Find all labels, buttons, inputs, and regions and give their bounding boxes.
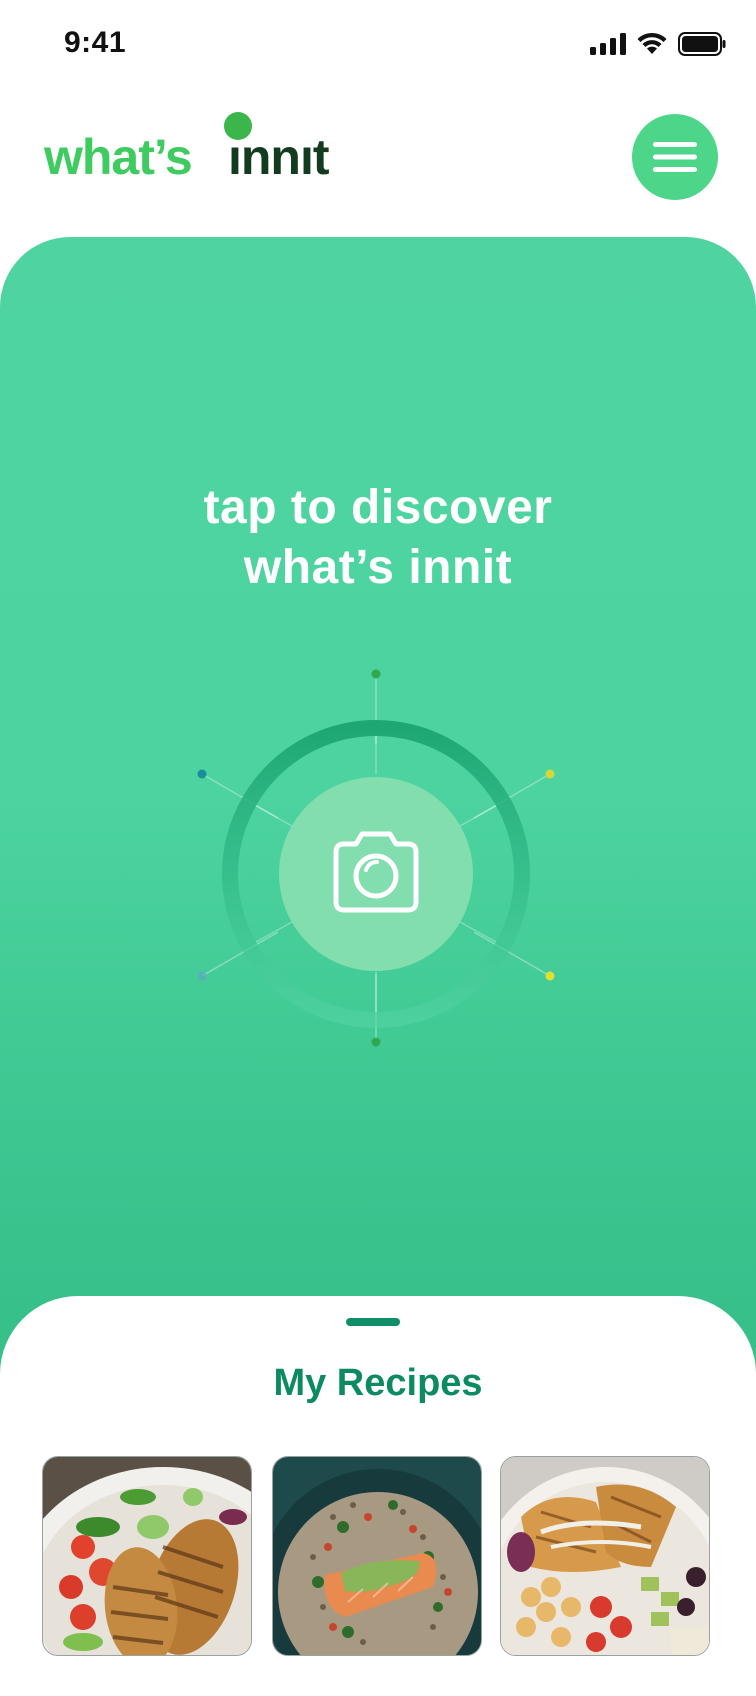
- hero-title: tap to discover what’s innit: [0, 478, 756, 598]
- recipe-card-3[interactable]: [500, 1456, 710, 1656]
- status-icons: [590, 32, 726, 56]
- hero-title-line2: what’s innit: [243, 541, 513, 594]
- chicken-salad-photo: [43, 1457, 251, 1655]
- hamburger-menu-icon: [653, 142, 697, 172]
- sheet-drag-handle[interactable]: [346, 1318, 400, 1326]
- scanner-dot-right-top: [545, 769, 555, 779]
- scanner-dot-bottom: [371, 1037, 381, 1047]
- scanner-dot-top: [371, 669, 381, 679]
- status-bar: 9:41: [0, 0, 756, 92]
- sheet-title: My Recipes: [273, 1362, 483, 1404]
- logo-text-innit: ınnıt: [228, 129, 330, 185]
- chickpea-chicken-bowl-photo: [501, 1457, 709, 1655]
- scanner-dot-left-top: [197, 769, 207, 779]
- hero-title-line1: tap to discover: [203, 481, 553, 534]
- logo-text-whats: what’s: [44, 129, 193, 185]
- recipe-card-2[interactable]: [272, 1456, 482, 1656]
- recipes-carousel[interactable]: [42, 1456, 722, 1656]
- camera-button[interactable]: [279, 777, 473, 971]
- camera-scanner[interactable]: [176, 656, 576, 1096]
- salmon-grain-bowl-photo: [273, 1457, 481, 1655]
- menu-button[interactable]: [632, 114, 718, 200]
- status-time: 9:41: [64, 26, 127, 59]
- scanner-dot-left-bottom: [197, 971, 207, 981]
- recipes-sheet[interactable]: My Recipes: [0, 1296, 756, 1696]
- scanner-dot-right-bottom: [545, 971, 555, 981]
- signal-icon: [590, 33, 626, 55]
- recipe-card-1[interactable]: [42, 1456, 252, 1656]
- wifi-icon: [637, 32, 667, 54]
- battery-icon: [678, 32, 726, 56]
